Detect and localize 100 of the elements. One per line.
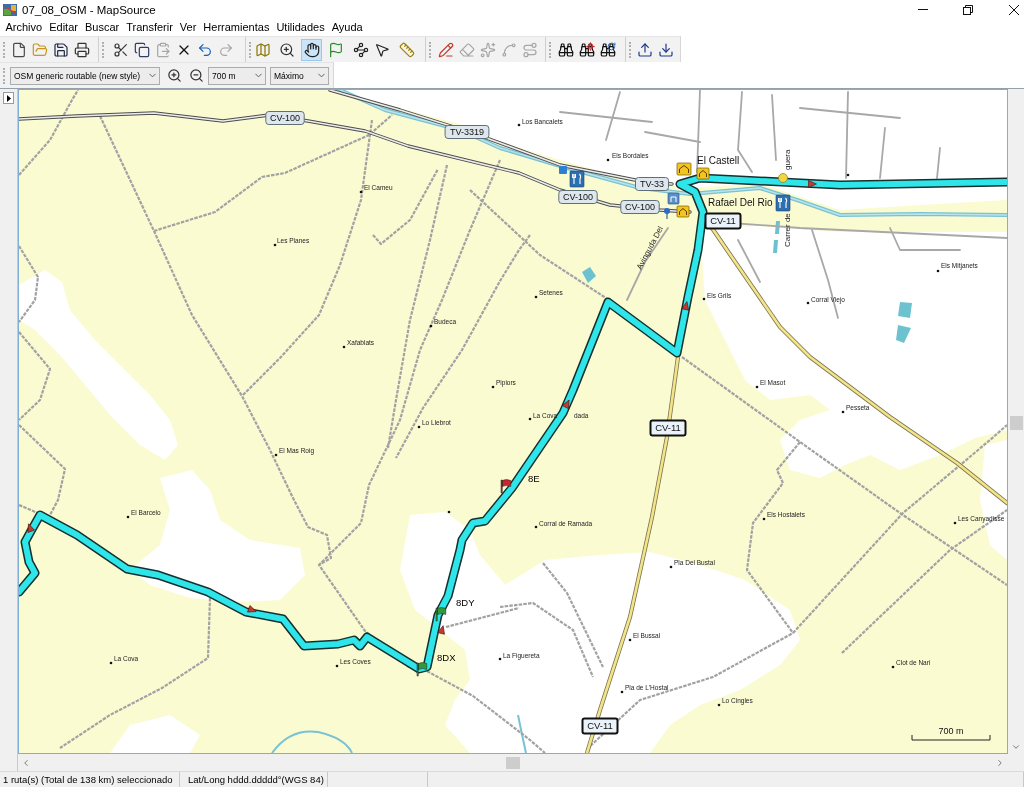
binoculars-target-icon — [578, 41, 595, 58]
house-icon — [696, 167, 710, 180]
waypoint-label: 8E — [528, 473, 540, 484]
place-dot-icon — [498, 657, 502, 661]
hand-tool-button[interactable] — [301, 38, 322, 61]
folder-icon — [31, 41, 48, 58]
nodes-icon — [352, 41, 369, 58]
route-icon — [521, 41, 538, 58]
chevron-right-icon[interactable] — [995, 757, 1005, 768]
menu-item[interactable]: Buscar — [81, 20, 123, 35]
restaurant-icon — [569, 170, 585, 188]
town-label: Rafael Del Rio — [708, 197, 773, 208]
sign-icon — [559, 166, 567, 174]
detail-dropdown[interactable]: Máximo — [270, 66, 329, 85]
binoculars-icon — [557, 41, 574, 58]
circle-marker-icon — [778, 173, 788, 183]
menu-item[interactable]: Herramientas — [199, 20, 273, 35]
direction-arrow-icon — [247, 605, 257, 613]
street — [771, 94, 777, 161]
download-icon — [657, 41, 674, 58]
place-dot-icon — [126, 515, 130, 519]
menu-item[interactable]: Editar — [45, 20, 82, 35]
place-dot-icon — [841, 410, 845, 414]
street-label: guera — [783, 149, 792, 170]
panel-toggle-button[interactable] — [3, 92, 14, 104]
waypoint-label: 8DY — [456, 597, 475, 608]
clipboard-icon — [154, 41, 171, 58]
chevron-down-icon[interactable] — [1011, 742, 1021, 752]
pond — [582, 267, 596, 283]
direction-arrow-icon — [808, 180, 817, 188]
place-dot-icon — [953, 521, 957, 525]
direction-arrow-icon — [27, 523, 35, 533]
pond — [773, 240, 778, 253]
road-shield: TV-33 — [635, 177, 669, 191]
town-label: El Castell — [697, 155, 740, 166]
street-label: Carrer de — [783, 213, 792, 247]
direction-arrow-icon — [681, 301, 689, 311]
status-text: 1 ruta(s) (Total de 138 km) seleccionado — [3, 774, 173, 785]
place-dot-icon — [429, 324, 433, 328]
road-shield: CV-11 — [581, 717, 619, 735]
street — [936, 147, 941, 179]
horizontal-scrollbar[interactable] — [18, 754, 1008, 771]
undo-icon — [196, 41, 213, 58]
zoom-in-icon — [279, 41, 295, 58]
pond — [896, 325, 911, 343]
place-dot-icon — [517, 123, 521, 127]
road-shield: CV-11 — [704, 212, 742, 230]
zoom-scale-dropdown[interactable]: 700 m — [208, 66, 266, 85]
menu-item[interactable]: Ver — [176, 20, 200, 35]
file-icon — [10, 41, 27, 58]
scrollbar-thumb[interactable] — [506, 756, 520, 769]
pencil-icon — [437, 41, 454, 58]
triangle-right-icon — [6, 94, 11, 102]
menu-item[interactable]: Ayuda — [328, 20, 367, 35]
pond — [775, 221, 780, 234]
window-title: 07_08_OSM - MapSource — [22, 3, 156, 16]
restaurant-icon — [775, 194, 791, 212]
place-dot-icon — [491, 385, 495, 389]
road-shield: TV-3319 — [444, 125, 490, 139]
menu-item[interactable]: Transferir — [122, 20, 177, 35]
place-dot-icon — [534, 295, 538, 299]
sparkles-icon — [479, 41, 496, 58]
binoculars-arrow-icon — [599, 41, 616, 58]
place-dot-icon — [628, 638, 632, 642]
zoom-in-icon — [166, 68, 182, 83]
place-dot-icon — [669, 565, 673, 569]
menu-item[interactable]: Archivo — [2, 20, 46, 35]
scissors-icon — [112, 41, 129, 58]
place-dot-icon — [273, 243, 277, 247]
place-dot-icon — [274, 453, 278, 457]
map-product-dropdown[interactable]: OSM generic routable (new style) — [10, 66, 160, 85]
menu-item[interactable]: Utilidades — [272, 20, 329, 35]
place-dot-icon — [762, 517, 766, 521]
place-dot-icon — [806, 301, 810, 305]
app-icon — [3, 3, 17, 16]
hand-icon — [303, 41, 320, 58]
pointer-icon — [373, 41, 390, 58]
pin-icon — [664, 208, 670, 220]
direction-arrow-icon — [561, 399, 570, 410]
restore-icon — [962, 4, 973, 15]
place-dot-icon — [606, 158, 610, 162]
place-dot-icon — [359, 190, 363, 194]
pond — [898, 302, 912, 318]
road-shield: CV-100 — [558, 190, 598, 204]
house-icon — [676, 205, 690, 218]
map-icon — [255, 41, 271, 58]
eraser-icon — [458, 41, 475, 58]
status-text: Lat/Long hddd.ddddd°(WGS 84) — [188, 774, 324, 785]
scrollbar-thumb[interactable] — [1009, 415, 1023, 430]
building-icon — [667, 192, 680, 205]
redo-icon — [217, 41, 234, 58]
place-dot-icon — [936, 269, 940, 273]
vertical-scrollbar[interactable] — [1008, 89, 1024, 754]
place-dot-icon — [620, 690, 624, 694]
flag-icon — [328, 41, 344, 58]
place-dot-icon — [447, 510, 451, 514]
scale-label: 700 m — [938, 726, 964, 736]
place-dot-icon — [342, 345, 346, 349]
chevron-left-icon[interactable] — [21, 757, 31, 768]
place-dot-icon — [335, 664, 339, 668]
